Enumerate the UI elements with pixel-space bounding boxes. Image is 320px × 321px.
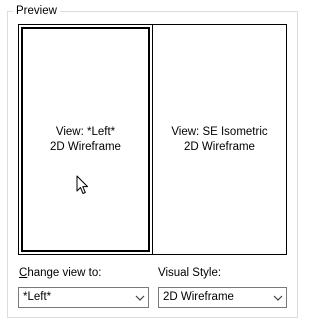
viewport-left-style-label: 2D Wireframe: [50, 140, 121, 153]
chevron-down-icon[interactable]: [132, 288, 148, 307]
visual-style-selected-value: 2D Wireframe: [163, 291, 234, 303]
mouse-pointer-icon: [76, 175, 88, 194]
viewport-left[interactable]: View: *Left* 2D Wireframe: [19, 25, 153, 254]
chevron-down-icon[interactable]: [270, 288, 286, 307]
viewport-right[interactable]: View: SE Isometric 2D Wireframe: [153, 25, 286, 254]
preview-viewport-area: View: *Left* 2D Wireframe View: SE Isome…: [18, 24, 287, 255]
change-view-selected-value: *Left*: [23, 291, 52, 303]
viewport-right-view-label: View: SE Isometric: [171, 125, 268, 138]
viewport-left-view-label: View: *Left*: [55, 125, 116, 138]
change-view-label-text: hange view to:: [27, 267, 102, 279]
viewport-right-style-label: 2D Wireframe: [184, 140, 255, 153]
visual-style-label: Visual Style:: [158, 267, 222, 279]
visual-style-dropdown[interactable]: 2D Wireframe: [158, 287, 287, 308]
change-view-dropdown[interactable]: *Left*: [18, 287, 149, 308]
preview-group-title: Preview: [13, 4, 60, 18]
change-view-label: Change view to:: [19, 266, 101, 280]
